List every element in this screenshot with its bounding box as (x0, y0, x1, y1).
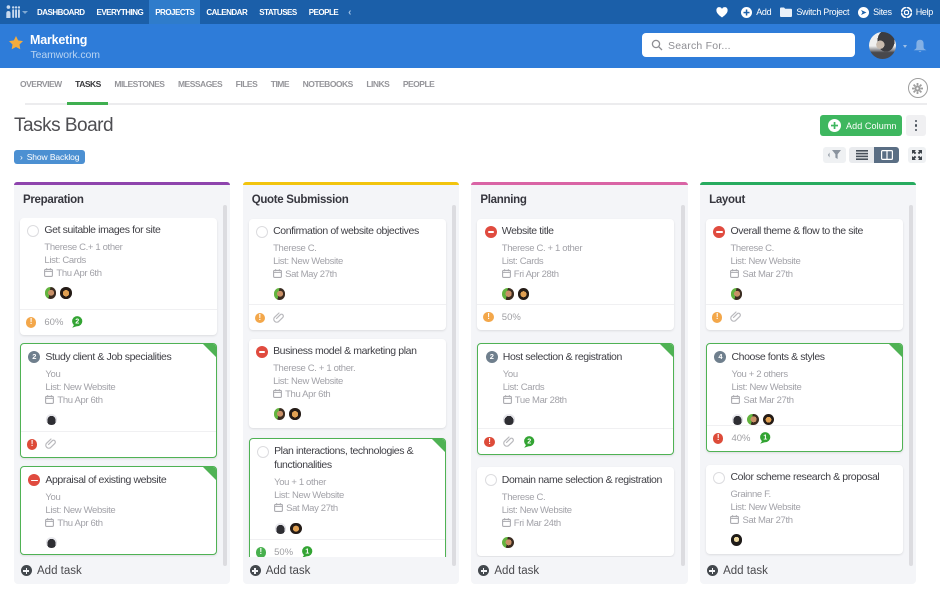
svg-text:2: 2 (76, 317, 80, 326)
svg-text:1: 1 (763, 433, 767, 442)
svg-text:1: 1 (305, 547, 309, 556)
svg-text:2: 2 (527, 437, 531, 446)
